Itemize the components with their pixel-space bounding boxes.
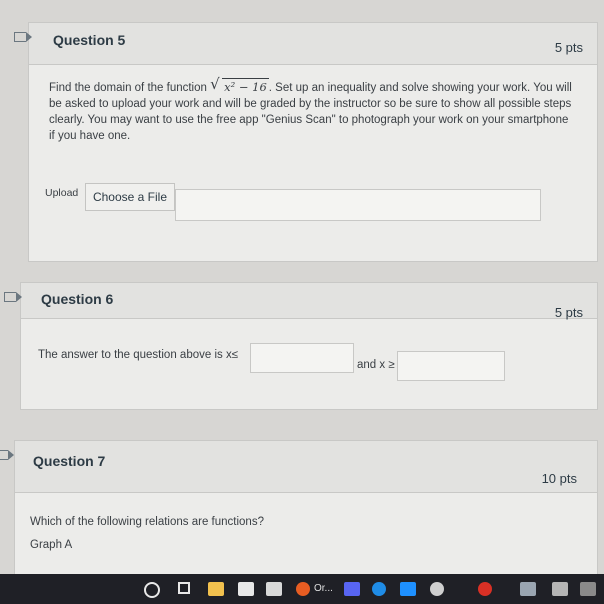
search-circle-icon[interactable] (144, 582, 160, 598)
taskbar: Or... (0, 574, 604, 604)
greater-equal-symbol: ≥ (388, 359, 395, 371)
photos-icon[interactable] (520, 582, 536, 596)
mail-icon[interactable] (400, 582, 416, 596)
question-6-panel: Question 6 5 pts The answer to the quest… (20, 282, 598, 410)
answer-upper-input[interactable] (250, 343, 354, 373)
question-7-header: Question 7 10 pts (15, 441, 597, 493)
less-equal-symbol: ≤ (231, 349, 239, 361)
question-6-title: Question 6 (41, 291, 114, 307)
question-5-text: Find the domain of the function x² − 16.… (49, 76, 574, 144)
flag-icon[interactable] (4, 291, 22, 302)
sqrt-expression: x² − 16 (210, 76, 269, 95)
file-explorer-icon[interactable] (208, 582, 224, 596)
taskbar-app-label[interactable]: Or... (314, 583, 333, 594)
file-name-field[interactable] (175, 189, 541, 221)
question-7-points: 10 pts (541, 471, 577, 486)
question-7-prompt: Which of the following relations are fun… (30, 516, 264, 528)
app-icon[interactable] (580, 582, 596, 596)
flag-icon[interactable] (0, 449, 14, 460)
answer-lower-input[interactable] (397, 351, 505, 381)
choose-file-button[interactable]: Choose a File (85, 183, 175, 211)
discord-icon[interactable] (344, 582, 360, 596)
question-5-panel: Question 5 5 pts Find the domain of the … (28, 22, 598, 262)
question-5-header: Question 5 5 pts (29, 23, 597, 65)
browser-icon[interactable] (296, 582, 310, 596)
store-icon[interactable] (238, 582, 254, 596)
question-6-and-text: and x ≥ (357, 359, 395, 371)
question-6-header: Question 6 5 pts (21, 283, 597, 320)
question-7-panel: Question 7 10 pts Which of the following… (14, 440, 598, 580)
question-5-title: Question 5 (53, 32, 126, 48)
flag-icon[interactable] (14, 31, 32, 42)
app-icon[interactable] (552, 582, 568, 596)
edge-icon[interactable] (372, 582, 386, 596)
question-7-title: Question 7 (33, 453, 106, 469)
question-6-points: 5 pts (554, 305, 583, 320)
settings-gear-icon[interactable] (430, 582, 444, 596)
question-7-subheading: Graph A (30, 539, 73, 551)
task-view-icon[interactable] (178, 582, 190, 594)
app-icon[interactable] (266, 582, 282, 596)
chrome-icon[interactable] (478, 582, 492, 596)
question-5-points: 5 pts (554, 40, 583, 55)
upload-label: Upload (45, 187, 79, 199)
question-6-text: The answer to the question above is x≤ (38, 349, 239, 361)
